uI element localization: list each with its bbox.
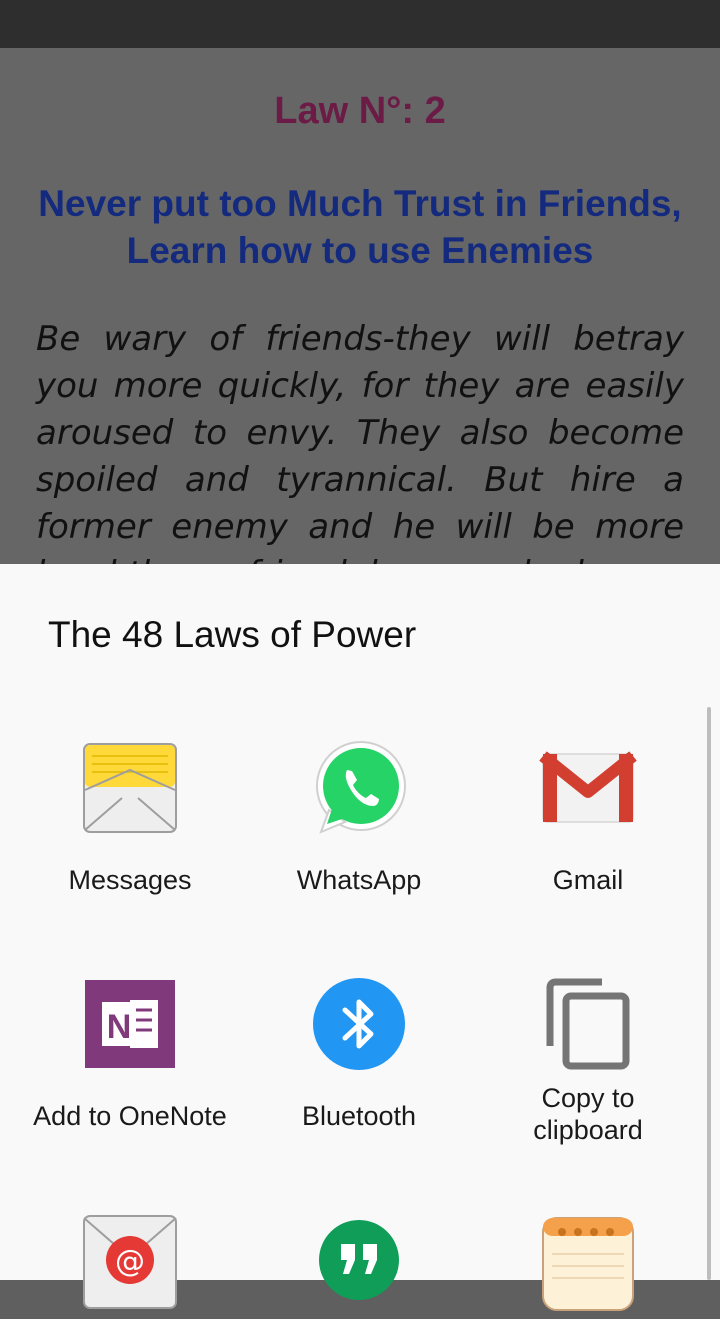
- hangouts-icon: [309, 1214, 409, 1314]
- share-target-messages[interactable]: Messages: [15, 740, 245, 910]
- law-number: Law N°: 2: [274, 90, 446, 132]
- law-body: Be wary of friends-they will betray you …: [36, 319, 684, 564]
- share-target-whatsapp[interactable]: WhatsApp: [244, 740, 474, 910]
- share-target-copy-to-clipboard[interactable]: Copy to clipboard: [473, 976, 703, 1156]
- share-target-hangouts[interactable]: [244, 1214, 474, 1300]
- status-bar: [0, 0, 720, 48]
- app-label-whatsapp: WhatsApp: [296, 865, 422, 895]
- app-label-gmail: Gmail: [552, 865, 624, 895]
- copy-icon: [538, 976, 638, 1076]
- gmail-icon: [538, 740, 638, 840]
- share-target-email[interactable]: @: [15, 1214, 245, 1309]
- memo-icon: [538, 1214, 638, 1314]
- law-content: Law N°: 2 Never put too Much Trust in Fr…: [0, 48, 720, 564]
- share-sheet-title: The 48 Laws of Power: [48, 614, 417, 655]
- app-label-onenote: Add to OneNote: [33, 1101, 227, 1131]
- share-sheet: The 48 Laws of Power Messages WhatsApp G…: [0, 564, 720, 1311]
- svg-text:N: N: [107, 1008, 132, 1046]
- whatsapp-icon: [309, 740, 409, 840]
- bluetooth-icon: [309, 976, 409, 1076]
- app-label-messages: Messages: [68, 865, 192, 895]
- law-title: Never put too Much Trust in Friends, Lea…: [38, 183, 682, 271]
- email-icon: @: [80, 1214, 180, 1314]
- share-target-bluetooth[interactable]: Bluetooth: [244, 976, 474, 1156]
- onenote-icon: N: [80, 976, 180, 1076]
- share-sheet-scrollbar[interactable]: [707, 707, 711, 1280]
- share-target-memo[interactable]: [473, 1214, 703, 1311]
- share-target-gmail[interactable]: Gmail: [473, 740, 703, 910]
- share-target-onenote[interactable]: N Add to OneNote: [15, 976, 245, 1156]
- app-label-bluetooth: Bluetooth: [301, 1101, 417, 1131]
- messages-icon: [80, 740, 180, 840]
- svg-text:@: @: [115, 1244, 145, 1279]
- app-label-copy-to-clipboard: Copy to clipboard: [533, 1083, 643, 1145]
